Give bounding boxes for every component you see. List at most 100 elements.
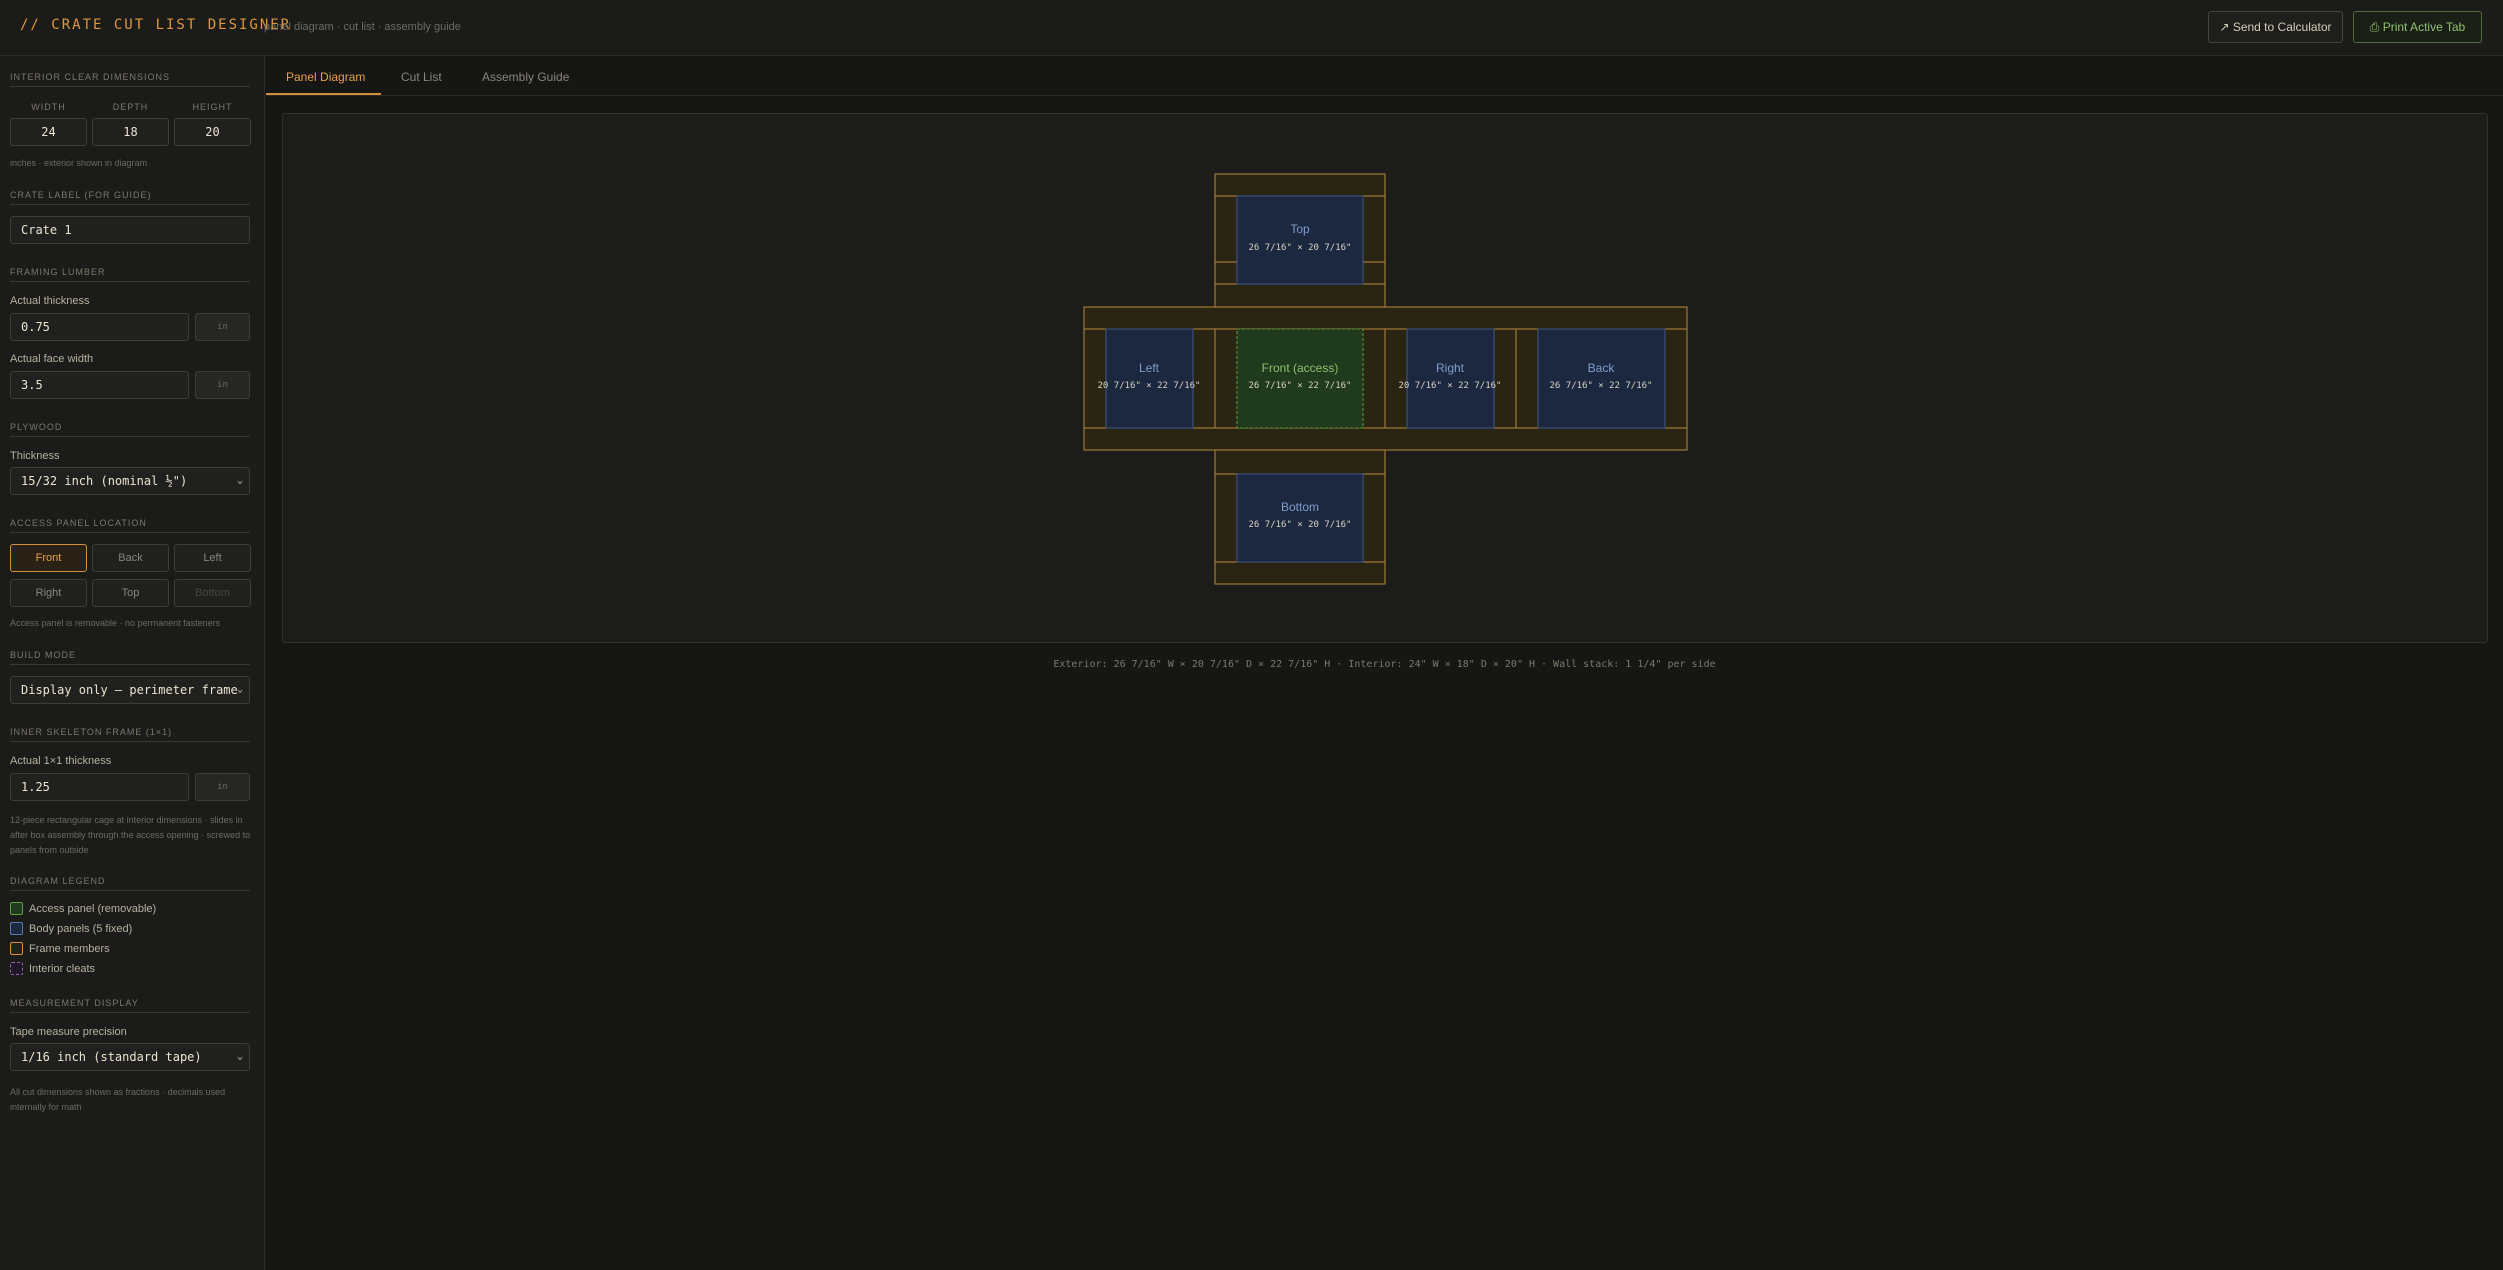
access-panel-title: ACCESS PANEL LOCATION [10, 518, 147, 528]
measurement-display-title: MEASUREMENT DISPLAY [10, 998, 139, 1008]
top-panel-name: Top [1290, 222, 1310, 236]
tab-bar: Panel Diagram Cut List Assembly Guide [266, 56, 2503, 96]
skeleton-thickness-input[interactable]: 1.25 [10, 773, 189, 801]
front-panel-name: Front (access) [1262, 361, 1339, 375]
access-option-right[interactable]: Right [10, 579, 87, 607]
bottom-bottom-rail [1214, 561, 1386, 585]
build-mode-title: BUILD MODE [10, 650, 77, 660]
front-panel [1236, 328, 1364, 429]
dimension-summary: Exterior: 26 7/16" W × 20 7/16" D × 22 7… [1053, 659, 1716, 670]
right-panel [1406, 328, 1495, 429]
tab-cut-list[interactable]: Cut List [401, 70, 442, 84]
height-input[interactable]: 20 [174, 118, 251, 146]
active-tab-underline [266, 93, 381, 95]
interior-cleat-swatch [10, 962, 23, 975]
plywood-title: PLYWOOD [10, 422, 63, 432]
middle-bottom-rail [1083, 427, 1688, 451]
framing-face-width-label: Actual face width [10, 353, 94, 365]
measurement-note: All cut dimensions shown as fractions · … [10, 1087, 226, 1112]
framing-face-width-input[interactable]: 3.5 [10, 371, 189, 399]
access-note: Access panel is removable · no permanent… [10, 618, 221, 628]
bottom-top-rail [1214, 449, 1386, 475]
skeleton-frame-title: INNER SKELETON FRAME (1×1) [10, 727, 173, 737]
legend-access-panel: Access panel (removable) [10, 902, 156, 915]
plywood-thickness-value: 15/32 inch (nominal ½") [21, 474, 188, 488]
top-panel-dims: 26 7/16" × 20 7/16" [1249, 243, 1352, 253]
body-panel-swatch [10, 922, 23, 935]
top-rail [1214, 173, 1386, 197]
precision-label: Tape measure precision [10, 1026, 127, 1038]
access-option-back[interactable]: Back [92, 544, 169, 572]
section-divider [10, 86, 250, 87]
bottom-panel-dims: 26 7/16" × 20 7/16" [1249, 520, 1352, 530]
app-header: // CRATE CUT LIST DESIGNER panel diagram… [0, 0, 2503, 56]
skeleton-note: 12-piece rectangular cage at interior di… [10, 815, 251, 855]
bottom-panel-name: Bottom [1281, 500, 1319, 514]
legend-body-panels: Body panels (5 fixed) [10, 922, 132, 935]
skeleton-thickness-label: Actual 1×1 thickness [10, 755, 112, 767]
diagram-legend-title: DIAGRAM LEGEND [10, 876, 106, 886]
section-divider [10, 741, 250, 742]
crate-label-title: CRATE LABEL (FOR GUIDE) [10, 190, 152, 200]
plywood-thickness-select[interactable]: 15/32 inch (nominal ½") ⌄ [10, 467, 250, 495]
bottom-panel [1236, 473, 1364, 563]
app-subtitle: panel diagram · cut list · assembly guid… [264, 21, 461, 33]
app-title: // CRATE CUT LIST DESIGNER [20, 17, 292, 33]
precision-select[interactable]: 1/16 inch (standard tape) ⌄ [10, 1043, 250, 1071]
access-option-top[interactable]: Top [92, 579, 169, 607]
back-panel-name: Back [1588, 361, 1616, 375]
sidebar: INTERIOR CLEAR DIMENSIONS WIDTH DEPTH HE… [0, 56, 265, 1270]
chevron-down-icon: ⌄ [236, 475, 243, 486]
back-panel-dims: 26 7/16" × 22 7/16" [1550, 381, 1653, 391]
legend-frame-members: Frame members [10, 942, 110, 955]
build-mode-value: Display only — perimeter frame [21, 683, 238, 697]
section-divider [10, 281, 250, 282]
right-panel-dims: 20 7/16" × 22 7/16" [1399, 381, 1502, 391]
left-panel [1105, 328, 1194, 429]
section-divider [10, 1012, 250, 1013]
access-option-bottom: Bottom [174, 579, 251, 607]
framing-thickness-unit: in [195, 313, 250, 341]
chevron-down-icon: ⌄ [236, 1051, 243, 1062]
section-divider [10, 664, 250, 665]
frame-member-swatch [10, 942, 23, 955]
send-to-calculator-button[interactable]: ↗ Send to Calculator [2208, 11, 2343, 43]
legend-interior-cleats: Interior cleats [10, 962, 95, 975]
precision-value: 1/16 inch (standard tape) [21, 1050, 202, 1064]
chevron-down-icon: ⌄ [236, 684, 243, 695]
width-input[interactable]: 24 [10, 118, 87, 146]
framing-lumber-title: FRAMING LUMBER [10, 267, 106, 277]
framing-thickness-input[interactable]: 0.75 [10, 313, 189, 341]
middle-top-rail [1083, 306, 1688, 330]
panel-diagram-svg: Top 26 7/16" × 20 7/16" Left 20 7/16" × … [1083, 173, 1688, 585]
build-mode-select[interactable]: Display only — perimeter frame ⌄ [10, 676, 250, 704]
crate-label-input[interactable]: Crate 1 [10, 216, 250, 244]
framing-thickness-label: Actual thickness [10, 295, 90, 307]
height-caption: HEIGHT [192, 102, 233, 112]
section-divider [10, 204, 250, 205]
panel-diagram-canvas: Top 26 7/16" × 20 7/16" Left 20 7/16" × … [282, 113, 2488, 643]
skeleton-thickness-unit: in [195, 773, 250, 801]
left-panel-name: Left [1139, 361, 1160, 375]
tab-assembly-guide[interactable]: Assembly Guide [482, 70, 569, 84]
print-active-tab-button[interactable]: ⎙ Print Active Tab [2353, 11, 2482, 43]
interior-dimensions-title: INTERIOR CLEAR DIMENSIONS [10, 72, 171, 82]
width-caption: WIDTH [31, 102, 66, 112]
access-panel-swatch [10, 902, 23, 915]
depth-input[interactable]: 18 [92, 118, 169, 146]
depth-caption: DEPTH [112, 102, 149, 112]
tab-panel-diagram[interactable]: Panel Diagram [286, 70, 365, 84]
top-panel [1236, 195, 1364, 285]
access-option-left[interactable]: Left [174, 544, 251, 572]
right-panel-name: Right [1436, 361, 1465, 375]
back-panel [1537, 328, 1666, 429]
section-divider [10, 890, 250, 891]
left-panel-dims: 20 7/16" × 22 7/16" [1098, 381, 1201, 391]
plywood-thickness-label: Thickness [10, 450, 60, 462]
section-divider [10, 532, 250, 533]
section-divider [10, 436, 250, 437]
front-panel-dims: 26 7/16" × 22 7/16" [1249, 381, 1352, 391]
framing-face-width-unit: in [195, 371, 250, 399]
interior-note: inches · exterior shown in diagram [10, 158, 148, 168]
access-option-front[interactable]: Front [10, 544, 87, 572]
